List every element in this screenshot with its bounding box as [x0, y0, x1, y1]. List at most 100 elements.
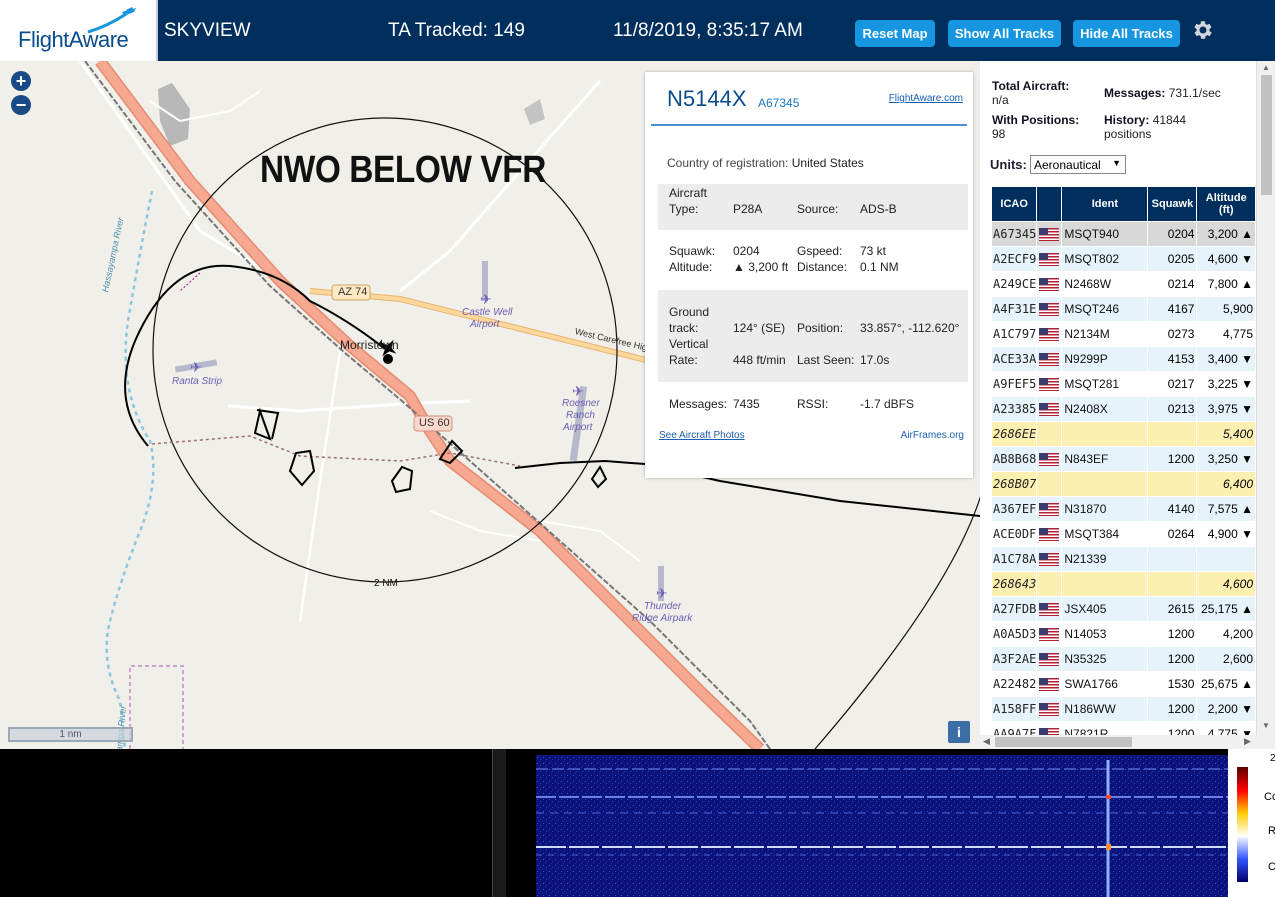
row-altitude: 3,975 ▼ [1196, 396, 1256, 422]
row-squawk: 0205 [1147, 246, 1198, 272]
units-value: Aeronautical [1034, 157, 1101, 172]
scroll-right-icon[interactable]: ▶ [1244, 736, 1251, 747]
col-altitude[interactable]: Altitude (ft) [1196, 186, 1256, 222]
aircraft-photos-link[interactable]: See Aircraft Photos [659, 430, 745, 441]
flightaware-logo[interactable]: FlightAware [0, 0, 158, 61]
row-flag [1036, 246, 1063, 272]
aircraft-type-value: P28A [733, 202, 763, 216]
row-icao: A367EF [990, 496, 1038, 522]
row-altitude: 25,175 ▲ [1196, 596, 1256, 622]
table-row[interactable]: 268643 4,600 [990, 571, 1256, 597]
col-icao[interactable]: ICAO [990, 186, 1038, 222]
scroll-left-icon[interactable]: ◀ [983, 736, 990, 747]
row-icao: ACE0DF [990, 521, 1038, 547]
rssi-label: RSSI: [797, 397, 829, 411]
us-flag-icon [1039, 303, 1060, 317]
airframes-link[interactable]: AirFrames.org [901, 430, 964, 441]
table-row[interactable]: A9FEF5 MSQT281 0217 3,225 ▼ [990, 371, 1256, 397]
zoom-out-button[interactable]: − [11, 95, 31, 115]
scroll-down-icon[interactable]: ▼ [1262, 721, 1270, 730]
vertical-scroll-thumb[interactable] [1261, 75, 1272, 195]
table-row[interactable]: A1C797 N2134M 0273 4,775 [990, 321, 1256, 347]
row-altitude: 6,400 [1196, 471, 1256, 497]
popup-registration: N5144X [667, 86, 747, 111]
us-flag-icon [1039, 278, 1060, 292]
scroll-up-icon[interactable]: ▲ [1262, 63, 1270, 72]
svg-text:✈: ✈ [480, 291, 492, 307]
reset-map-button[interactable]: Reset Map [855, 20, 935, 47]
row-ident: N14053 [1061, 621, 1149, 647]
table-row[interactable]: A23385 N2408X 0213 3,975 ▼ [990, 396, 1256, 422]
row-flag [1036, 271, 1063, 297]
messages-stat: Messages: 731.1/sec [1104, 86, 1221, 100]
aircraft-list-panel: Total Aircraft: n/a Messages: 731.1/sec … [980, 61, 1275, 749]
table-row[interactable]: A4F31E MSQT246 4167 5,900 [990, 296, 1256, 322]
col-flag[interactable] [1036, 186, 1063, 222]
row-icao: A158FF [990, 696, 1038, 722]
table-row[interactable]: A27FDB JSX405 2615 25,175 ▲ [990, 596, 1256, 622]
tracked-count: TA Tracked: 149 [388, 20, 525, 41]
us-flag-icon [1039, 703, 1060, 717]
row-icao: A23385 [990, 396, 1038, 422]
us-flag-icon [1039, 678, 1060, 692]
zoom-in-button[interactable]: + [11, 71, 31, 91]
table-row[interactable]: 268B07 6,400 [990, 471, 1256, 497]
table-row[interactable]: A3F2AE N35325 1200 2,600 [990, 646, 1256, 672]
show-all-tracks-button[interactable]: Show All Tracks [948, 20, 1061, 47]
row-flag [1036, 296, 1063, 322]
country-value: United States [791, 156, 864, 170]
top-bar: FlightAware SKYVIEW TA Tracked: 149 11/8… [0, 0, 1275, 61]
table-row[interactable]: 2686EE 5,400 [990, 421, 1256, 447]
row-flag [1036, 421, 1063, 447]
row-flag [1036, 646, 1063, 672]
col-ident[interactable]: Ident [1061, 186, 1149, 222]
with-positions-value: 98 [992, 127, 1006, 141]
row-flag [1036, 671, 1063, 697]
hide-all-tracks-button[interactable]: Hide All Tracks [1073, 20, 1180, 47]
row-icao: ACE33A [990, 346, 1038, 372]
table-row[interactable]: A367EF N31870 4140 7,575 ▲ [990, 496, 1256, 522]
table-row[interactable]: ACE0DF MSQT384 0264 4,900 ▼ [990, 521, 1256, 547]
map-info-button[interactable]: i [948, 721, 970, 743]
aircraft-info-popup: N5144X A67345 FlightAware.com Country of… [645, 72, 973, 478]
chevron-down-icon: ▼ [1112, 158, 1121, 168]
table-row[interactable]: ACE33A N9299P 4153 3,400 ▼ [990, 346, 1256, 372]
panel-vertical-scrollbar[interactable]: ▲ ▼ [1256, 61, 1275, 735]
scale-bar: 1 nm [8, 727, 133, 742]
row-flag [1036, 521, 1063, 547]
svg-text:✈: ✈ [656, 585, 668, 601]
table-row[interactable]: A2ECF9 MSQT802 0205 4,600 ▼ [990, 246, 1256, 272]
row-ident: N9299P [1061, 346, 1149, 372]
row-squawk: 0273 [1147, 321, 1198, 347]
table-row[interactable]: A22482 SWA1766 1530 25,675 ▲ [990, 671, 1256, 697]
table-row[interactable]: A158FF N186WW 1200 2,200 ▼ [990, 696, 1256, 722]
row-ident: N2408X [1061, 396, 1149, 422]
aircraft-label-2: Type: [669, 202, 699, 216]
col-squawk[interactable]: Squawk [1147, 186, 1198, 222]
roesner-label-2: Ranch [566, 410, 595, 421]
ground-track-value: 124° (SE) [733, 321, 786, 335]
gear-icon[interactable] [1190, 18, 1214, 42]
table-row[interactable]: A249CE N2468W 0214 7,800 ▲ [990, 271, 1256, 297]
table-row[interactable]: AB8B68 N843EF 1200 3,250 ▼ [990, 446, 1256, 472]
az74-label: AZ 74 [338, 286, 368, 298]
table-row[interactable]: A67345 MSQT940 0204 3,200 ▲ [990, 221, 1256, 247]
units-label: Units: [990, 157, 1027, 172]
row-altitude: 5,900 [1196, 296, 1256, 322]
row-squawk: 1200 [1147, 696, 1198, 722]
table-row[interactable]: A0A5D3 N14053 1200 4,200 [990, 621, 1256, 647]
distance-value: 0.1 NM [860, 260, 899, 274]
flightaware-link[interactable]: FlightAware.com [889, 93, 963, 104]
horizontal-scroll-thumb[interactable] [995, 737, 1132, 747]
units-select[interactable]: Aeronautical ▼ [1030, 155, 1126, 174]
app-title: SKYVIEW [164, 20, 251, 41]
row-flag [1036, 321, 1063, 347]
table-header-row: ICAO Ident Squawk Altitude (ft) [990, 186, 1256, 222]
row-icao: 268B07 [990, 471, 1038, 497]
table-row[interactable]: A1C78A N21339 [990, 546, 1256, 572]
row-flag [1036, 696, 1063, 722]
aircraft-label-1: Aircraft [669, 186, 708, 200]
row-ident [1061, 471, 1149, 497]
total-aircraft-stat: Total Aircraft: n/a [992, 79, 1069, 107]
panel-horizontal-scrollbar[interactable]: ◀ ▶ [980, 735, 1275, 749]
